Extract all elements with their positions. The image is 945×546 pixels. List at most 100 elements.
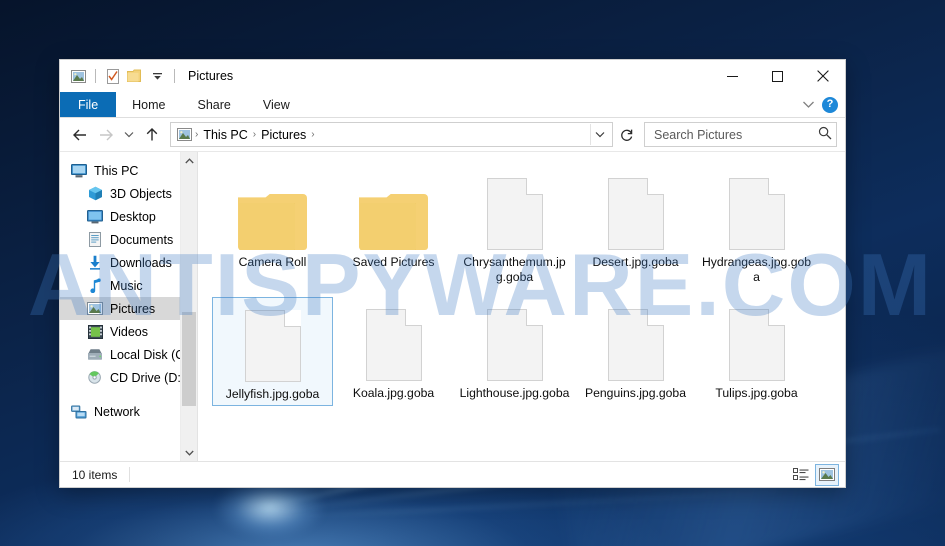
window-title: Pictures (188, 69, 234, 83)
tab-home[interactable]: Home (116, 92, 181, 117)
file-list-pane[interactable]: Camera Roll Saved Pictures Chrysanthemum.j… (197, 152, 845, 461)
sidebar-item-label: 3D Objects (110, 186, 172, 201)
large-icons-view-button[interactable] (815, 463, 839, 486)
sidebar-item-label: Music (110, 278, 143, 293)
sidebar-item-label: Network (94, 404, 140, 419)
back-button[interactable] (68, 123, 92, 147)
sidebar-item-network[interactable]: Network (60, 400, 197, 423)
quick-access-toolbar: Pictures (60, 66, 233, 86)
properties-icon[interactable] (103, 66, 123, 86)
navigation-pane-scrollbar[interactable] (180, 152, 197, 461)
file-tile[interactable]: Jellyfish.jpg.goba (212, 297, 333, 406)
pictures-icon (86, 301, 104, 317)
status-divider (129, 467, 131, 482)
local-disk-icon (86, 347, 104, 363)
customize-qat-caret-icon[interactable] (147, 66, 167, 86)
title-bar: Pictures (60, 60, 845, 92)
sidebar-item-3d-objects[interactable]: 3D Objects (60, 182, 197, 205)
tab-view[interactable]: View (247, 92, 306, 117)
expand-ribbon-caret-icon[interactable] (802, 98, 815, 112)
file-name-label: Desert.jpg.goba (592, 255, 679, 269)
generic-file-icon (486, 170, 543, 250)
window-body: This PC 3D Objects Desktop Documents Downloa… (60, 151, 845, 461)
file-name-label: Koala.jpg.goba (352, 386, 435, 400)
sidebar-item-desktop[interactable]: Desktop (60, 205, 197, 228)
generic-file-icon (486, 301, 543, 381)
folder-tile[interactable]: Saved Pictures (333, 166, 454, 288)
help-button[interactable]: ? (822, 96, 838, 113)
documents-icon (86, 232, 104, 248)
view-mode-buttons (790, 463, 839, 486)
breadcrumb-bar[interactable]: › This PC › Pictures › (170, 122, 613, 147)
navigation-pane: This PC 3D Objects Desktop Documents Downloa… (60, 152, 197, 461)
this-pc-icon (70, 163, 88, 179)
sidebar-item-music[interactable]: Music (60, 274, 197, 297)
file-tile[interactable]: Chrysanthemum.jpg.goba (454, 166, 575, 288)
generic-file-icon (365, 301, 422, 381)
generic-file-icon (728, 301, 785, 381)
file-name-label: Penguins.jpg.goba (585, 386, 686, 400)
sidebar-item-this-pc[interactable]: This PC (60, 159, 197, 182)
scroll-down-arrow-icon[interactable] (181, 444, 197, 461)
sidebar-item-documents[interactable]: Documents (60, 228, 197, 251)
downloads-icon (86, 255, 104, 271)
navigation-list: This PC 3D Objects Desktop Documents Downloa… (60, 159, 197, 423)
generic-file-icon (244, 302, 301, 382)
search-input[interactable] (652, 126, 818, 143)
breadcrumb-pictures[interactable]: Pictures (257, 128, 310, 142)
sidebar-item-cd-drive-d-cc[interactable]: CD Drive (D:) CC (60, 366, 197, 389)
status-bar: 10 items (60, 461, 845, 487)
search-box[interactable] (644, 122, 837, 147)
file-name-label: Jellyfish.jpg.goba (225, 387, 320, 401)
scroll-up-arrow-icon[interactable] (181, 152, 197, 169)
pictures-breadcrumb-icon (176, 127, 192, 143)
sidebar-item-label: Videos (110, 324, 148, 339)
file-tile[interactable]: Tulips.jpg.goba (696, 297, 817, 406)
minimize-button[interactable] (710, 60, 755, 92)
breadcrumb-separator-3[interactable]: › (310, 129, 315, 140)
tab-share[interactable]: Share (182, 92, 247, 117)
file-tile[interactable]: Koala.jpg.goba (333, 297, 454, 406)
up-button[interactable] (140, 123, 164, 147)
scrollbar-track[interactable] (181, 169, 197, 444)
sidebar-item-label: Downloads (110, 255, 172, 270)
sidebar-item-downloads[interactable]: Downloads (60, 251, 197, 274)
recent-locations-caret-icon[interactable] (120, 123, 138, 147)
file-name-label: Camera Roll (238, 255, 307, 269)
window-controls (710, 60, 845, 92)
sidebar-item-local-disk-c[interactable]: Local Disk (C:) (60, 343, 197, 366)
file-explorer-window: Pictures File Home Share View ? › This P… (60, 60, 845, 487)
details-view-button[interactable] (790, 465, 812, 485)
generic-file-icon (607, 301, 664, 381)
item-count-label: 10 items (72, 467, 118, 482)
tab-file[interactable]: File (60, 92, 117, 117)
sidebar-item-label: Documents (110, 232, 174, 247)
ribbon-tab-bar: File Home Share View ? (60, 92, 845, 118)
maximize-button[interactable] (755, 60, 800, 92)
pictures-icon[interactable] (68, 66, 88, 86)
file-name-label: Lighthouse.jpg.goba (459, 386, 570, 400)
desktop-icon (86, 209, 104, 225)
qat-divider (95, 69, 96, 83)
sidebar-item-videos[interactable]: Videos (60, 320, 197, 343)
refresh-button[interactable] (616, 123, 638, 146)
file-tile[interactable]: Lighthouse.jpg.goba (454, 297, 575, 406)
breadcrumb-dropdown-caret-icon[interactable] (590, 124, 609, 145)
file-tile[interactable]: Desert.jpg.goba (575, 166, 696, 288)
file-tile[interactable]: Hydrangeas.jpg.goba (696, 166, 817, 288)
close-button[interactable] (800, 60, 845, 92)
search-icon[interactable] (818, 126, 832, 143)
3d-objects-icon (86, 186, 104, 202)
folder-icon (359, 170, 428, 250)
breadcrumb-this-pc[interactable]: This PC (199, 128, 251, 142)
folder-tile[interactable]: Camera Roll (212, 166, 333, 288)
file-name-label: Tulips.jpg.goba (715, 386, 798, 400)
file-name-label: Hydrangeas.jpg.goba (701, 255, 812, 284)
new-folder-icon[interactable] (125, 66, 145, 86)
file-tile[interactable]: Penguins.jpg.goba (575, 297, 696, 406)
forward-button[interactable] (94, 123, 118, 147)
sidebar-item-pictures[interactable]: Pictures (60, 297, 197, 320)
ribbon-right-controls: ? (802, 92, 845, 117)
scrollbar-thumb[interactable] (182, 312, 196, 406)
address-bar-row: › This PC › Pictures › (60, 118, 845, 151)
